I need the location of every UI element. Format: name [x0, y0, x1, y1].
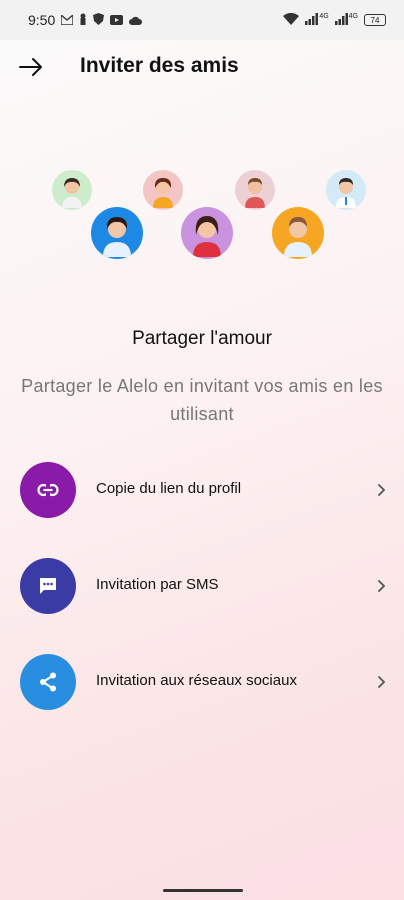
chevron-right-icon: [376, 578, 388, 594]
page-title: Inviter des amis: [80, 54, 239, 77]
option-label: Invitation par SMS: [96, 576, 219, 593]
gmail-icon: [60, 12, 74, 28]
sms-icon: [20, 558, 76, 614]
signal-icon-2: [334, 12, 349, 28]
avatar: [272, 207, 324, 259]
option-label: Invitation aux réseaux sociaux: [96, 672, 297, 689]
section-description: Partager le Alelo en invitant vos amis e…: [21, 376, 383, 424]
status-bar: 9:50 4G 4G 74: [0, 0, 404, 40]
battery-icon: 74: [364, 14, 386, 26]
avatar-group: [0, 160, 404, 270]
home-indicator[interactable]: [163, 889, 243, 892]
avatar: [235, 170, 275, 210]
section-subtitle: Partager l'amour: [132, 328, 272, 349]
copy-profile-link-button[interactable]: Copie du lien du profil: [0, 460, 404, 520]
status-left: 9:50: [28, 12, 143, 28]
shield-icon: [93, 12, 105, 28]
status-time: 9:50: [28, 12, 56, 28]
figure-icon: [79, 12, 87, 28]
social-invite-button[interactable]: Invitation aux réseaux sociaux: [0, 652, 404, 712]
app-header: Inviter des amis: [0, 48, 404, 88]
avatar: [143, 170, 183, 210]
option-label: Copie du lien du profil: [96, 480, 242, 497]
share-icon: [20, 654, 76, 710]
chevron-right-icon: [376, 674, 388, 690]
signal-icon-1: [305, 12, 319, 28]
avatar: [181, 207, 233, 259]
avatar: [326, 170, 366, 210]
cloud-icon: [129, 12, 143, 28]
link-icon: [20, 462, 76, 518]
signal-label-1: 4G: [319, 12, 329, 20]
arrow-right-icon[interactable]: [18, 56, 44, 78]
battery-level: 74: [370, 15, 380, 25]
youtube-icon: [110, 12, 124, 28]
chevron-right-icon: [376, 482, 388, 498]
wifi-icon: [283, 12, 300, 28]
avatar: [91, 207, 143, 259]
status-right: 4G 4G 74: [283, 12, 386, 28]
signal-label-2: 4G: [348, 12, 358, 20]
avatar: [52, 170, 92, 210]
sms-invite-button[interactable]: Invitation par SMS: [0, 556, 404, 616]
